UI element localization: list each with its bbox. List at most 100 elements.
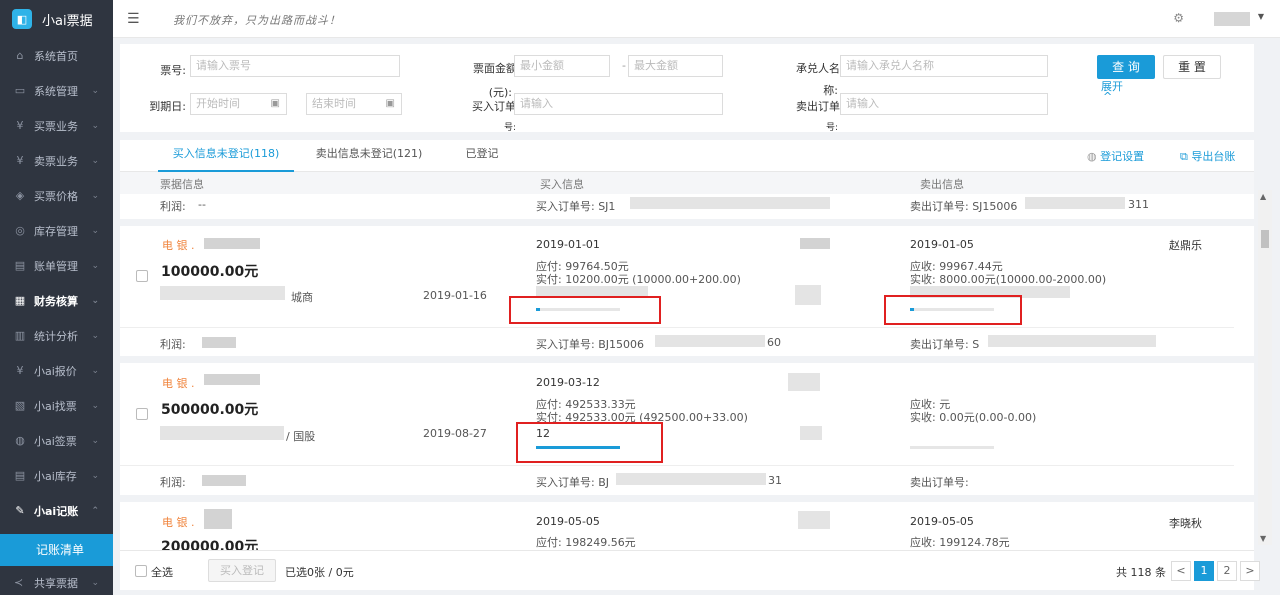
card-separator [120,356,1254,363]
buy-order-tail: 60 [767,336,781,349]
buy-order-input[interactable]: 请输入 [514,93,723,115]
sell-progress-bar [910,446,994,449]
scrollbar[interactable]: ▲ ▼ [1258,190,1272,545]
sidebar-item-active-sub[interactable]: 记账清单 [0,534,113,566]
tab-sell-unregistered[interactable]: 卖出信息未登记(121) [304,140,434,172]
sidebar-item-icon: ▦ [14,294,26,307]
sidebar-item[interactable]: ▤ 小ai库存 ⌄ [0,458,113,493]
sidebar-item-label: 小ai库存 [34,469,77,483]
brand[interactable]: ◧ 小ai票据 [0,0,113,38]
query-button[interactable]: 查 询 [1097,55,1155,79]
buy-date: 2019-03-12 [536,376,600,389]
sidebar-item[interactable]: ▭ 系统管理 ⌄ [0,73,113,108]
acceptor-input[interactable]: 请输入承兑人名称 [840,55,1048,77]
sidebar-item-share[interactable]: ≺ 共享票据 ⌄ [0,570,113,595]
sidebar-item[interactable]: ◍ 小ai签票 ⌄ [0,423,113,458]
sidebar-sub-label: 记账清单 [36,543,85,557]
redacted-text [204,374,260,385]
bill-no-label: 票号: [160,64,186,77]
row-checkbox[interactable] [136,408,148,420]
chevron-down-icon: ⌄ [91,577,99,588]
tab-registered[interactable]: 已登记 [454,140,510,172]
buy-date: 2019-05-05 [536,515,600,528]
scrollbar-thumb[interactable] [1261,230,1269,248]
chevron-up-icon[interactable]: ^ [1103,90,1112,103]
min-amount-input[interactable]: 最小金额 [514,55,610,77]
sidebar-item[interactable]: ¥ 买票业务 ⌄ [0,108,113,143]
sidebar-item-label: 账单管理 [34,259,78,273]
sidebar-item[interactable]: ▤ 账单管理 ⌄ [0,248,113,283]
sidebar-item[interactable]: ▦ 财务核算 ⌄ [0,283,113,318]
sidebar-item-label: 共享票据 [34,576,78,590]
sidebar: ◧ 小ai票据 ⌂ 系统首页 ▭ 系统管理 ⌄ ¥ 买票业务 ⌄ ¥ 卖票业务 ⌄ ◈ 买票价格 ⌄ ◎ 库存… [0,0,113,595]
sidebar-item-icon: ⌂ [16,49,24,62]
chevron-icon: ⌄ [91,330,99,341]
sidebar-item-icon: ◈ [15,189,25,202]
register-settings-link[interactable]: ◍ 登记设置 [1087,148,1144,164]
buy-register-button[interactable]: 买入登记 [208,559,276,582]
buy-order-label-suffix: 号: [503,123,516,133]
redacted-text [655,335,765,347]
menu-toggle-icon[interactable]: ☰ [127,11,140,27]
redacted-text [616,473,766,485]
sidebar-item[interactable]: ¥ 卖票业务 ⌄ [0,143,113,178]
bill-no-input[interactable]: 请输入票号 [190,55,400,77]
sidebar-item[interactable]: ▧ 小ai找票 ⌄ [0,388,113,423]
tab-buy-unregistered[interactable]: 买入信息未登记(118) [158,140,294,172]
selected-summary: 已选0张 / 0元 [285,566,354,579]
next-page-button[interactable]: > [1240,561,1260,581]
bill-amount: 200000.00元 [161,539,259,550]
sidebar-item[interactable]: ¥ 小ai报价 ⌄ [0,353,113,388]
profit-label: 利润: [160,338,186,351]
sidebar-item[interactable]: ✎ 小ai记账 ⌃ [0,493,113,528]
filter-panel: 票号: 请输入票号 票面金额 (元): 最小金额 - 最大金额 承兑人名 请输入… [120,44,1254,133]
calendar-icon: ▣ [385,98,395,109]
select-all-checkbox[interactable] [135,565,147,577]
buy-order-tail: 31 [768,474,782,487]
slogan: 我们不放弃，只为出路而战斗！ [173,14,341,27]
redacted-text [204,509,232,529]
redacted-text [204,238,260,249]
redacted-text [202,475,246,486]
redacted-text [988,335,1156,347]
sell-order-input[interactable]: 请输入 [840,93,1048,115]
start-date-input[interactable]: 开始时间 ▣ [190,93,287,115]
page-2-button[interactable]: 2 [1217,561,1237,581]
row-checkbox[interactable] [136,270,148,282]
chevron-icon: ⌄ [91,435,99,446]
due-date-label: 到期日: [149,100,186,113]
sidebar-item-label: 买票价格 [34,189,78,203]
record-panel: 买入信息未登记(118) 卖出信息未登记(121) 已登记 ◍ 登记设置 ⧉ 导… [120,140,1254,550]
highlight-box [884,295,1022,325]
sidebar-item-label: 财务核算 [34,294,78,308]
footer-bar: 全选 买入登记 已选0张 / 0元 共 118 条 < 1 2 > [120,550,1260,590]
gear-icon[interactable]: ⚙ [1173,11,1184,25]
sell-date: 2019-05-05 [910,515,974,528]
select-all-label[interactable]: 全选 [151,564,173,580]
chevron-icon: ⌄ [91,260,99,271]
reset-button[interactable]: 重 置 [1163,55,1221,79]
company-type: 城商 [291,291,313,304]
end-date-input[interactable]: 结束时间 ▣ [306,93,402,115]
max-amount-input[interactable]: 最大金额 [628,55,723,77]
sidebar-item[interactable]: ▥ 统计分析 ⌄ [0,318,113,353]
sidebar-item[interactable]: ⌂ 系统首页 [0,38,113,73]
sell-order-number: 卖出订单号: SJ15006 [910,200,1018,213]
company-type: / 国股 [286,430,316,443]
export-ledger-link[interactable]: ⧉ 导出台账 [1180,148,1235,164]
sidebar-item[interactable]: ◈ 买票价格 ⌄ [0,178,113,213]
page-1-button[interactable]: 1 [1194,561,1214,581]
top-header: ☰ 我们不放弃，只为出路而战斗！ ⚙ ▼ [113,0,1280,38]
chevron-icon: ⌄ [91,225,99,236]
sidebar-item-icon: ◎ [15,224,25,237]
sell-receivable: 应收: 199124.78元 [910,536,1010,548]
sidebar-item-icon: ✎ [15,504,25,517]
prev-page-button[interactable]: < [1171,561,1191,581]
caret-down-icon[interactable]: ▼ [1258,12,1264,21]
profit-value: -- [198,198,206,211]
sidebar-item[interactable]: ◎ 库存管理 ⌄ [0,213,113,248]
avatar[interactable] [1214,12,1250,26]
scroll-down-icon[interactable]: ▼ [1260,534,1266,543]
acceptor-label-suffix: 称: [823,84,838,97]
scroll-up-icon[interactable]: ▲ [1260,192,1266,201]
